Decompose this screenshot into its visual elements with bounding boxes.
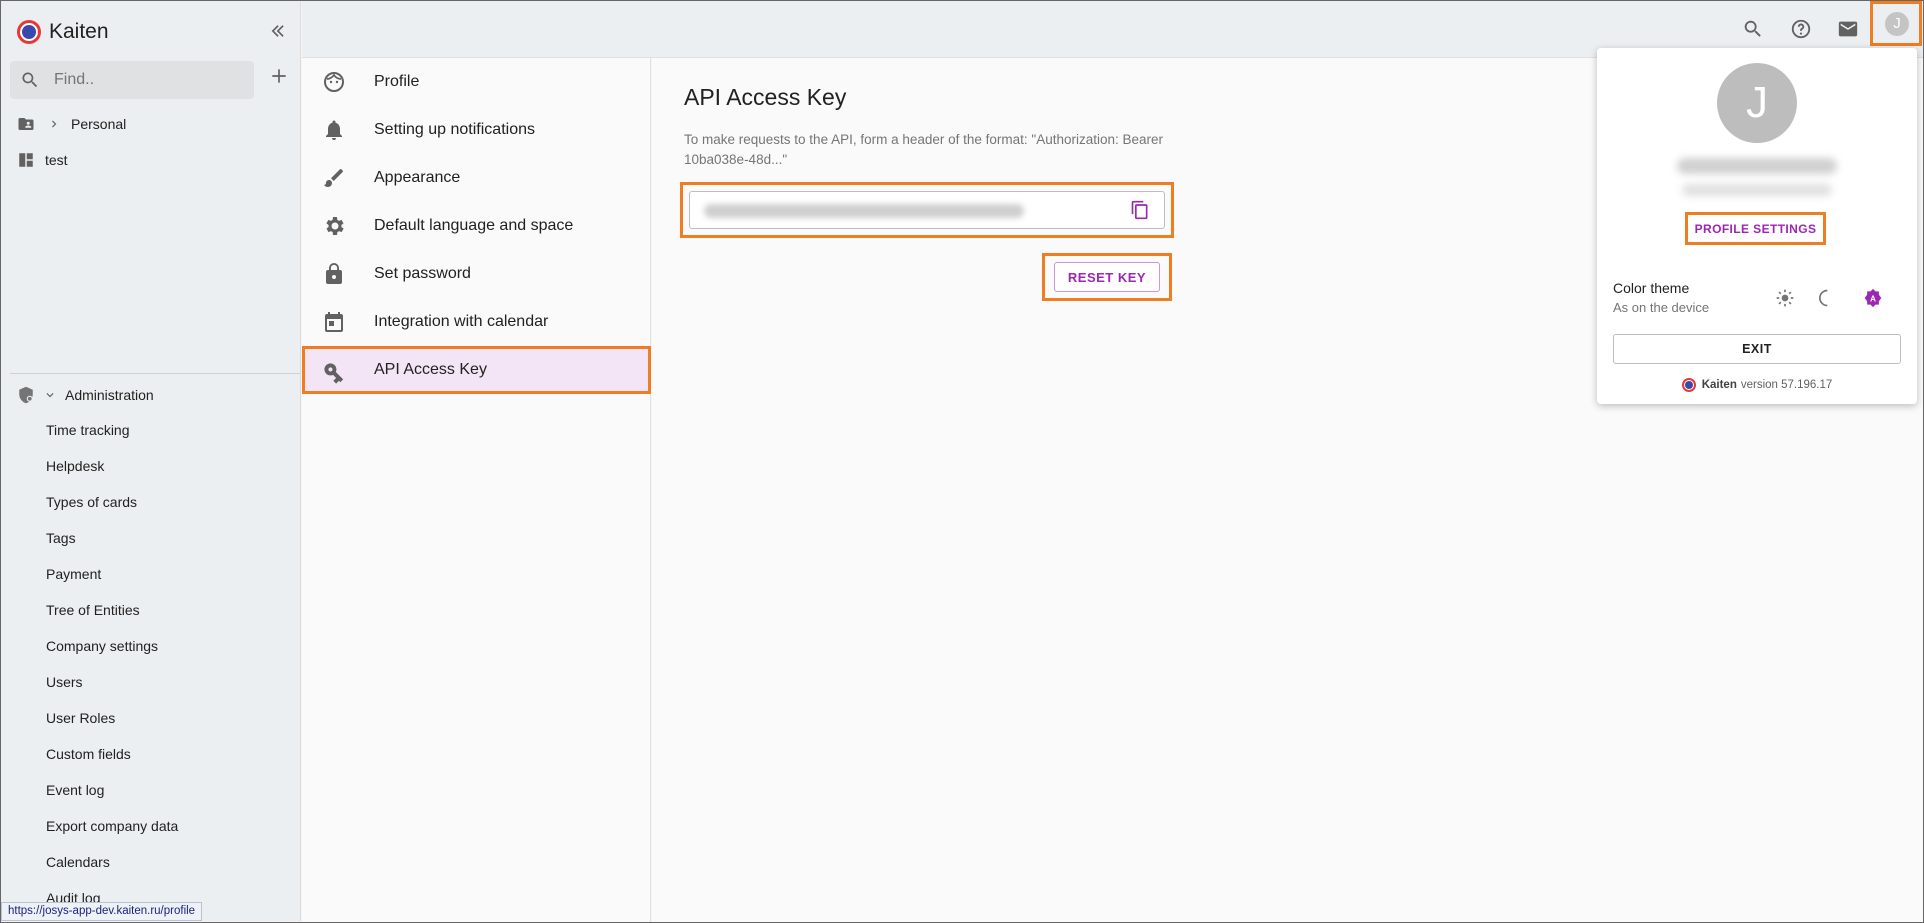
settings-nav-label: API Access Key bbox=[374, 361, 487, 378]
version-text: version 57.196.17 bbox=[1740, 379, 1833, 391]
bell-icon bbox=[326, 120, 342, 140]
search-icon bbox=[1744, 20, 1761, 37]
app-name: Kaiten bbox=[49, 20, 109, 43]
version-info: Kaiten version 57.196.17 bbox=[1597, 378, 1917, 392]
user-avatar-button[interactable]: J bbox=[1870, 1, 1922, 46]
top-search-button[interactable] bbox=[1742, 18, 1764, 45]
admin-item-tags[interactable]: Tags bbox=[46, 530, 76, 546]
profile-settings-button[interactable]: PROFILE SETTINGS bbox=[1688, 215, 1823, 242]
user-email-blurred bbox=[1682, 184, 1832, 196]
lock-icon bbox=[326, 263, 342, 284]
chevron-down-icon[interactable] bbox=[43, 388, 57, 402]
exit-button[interactable]: EXIT bbox=[1613, 334, 1901, 364]
sidebar-item-administration[interactable]: Administration bbox=[17, 386, 154, 404]
avatar: J bbox=[1885, 12, 1909, 36]
kaiten-logo-icon bbox=[1681, 378, 1696, 392]
auto-theme-button[interactable]: A bbox=[1863, 288, 1883, 313]
folder-shared-icon bbox=[18, 118, 34, 130]
admin-item-export-company-data[interactable]: Export company data bbox=[46, 818, 178, 834]
admin-item-payment[interactable]: Payment bbox=[46, 566, 101, 582]
sidebar-item-test[interactable]: test bbox=[17, 151, 68, 169]
api-key-field[interactable] bbox=[689, 191, 1165, 229]
moon-icon bbox=[1819, 289, 1828, 307]
settings-nav-api-key[interactable]: API Access Key bbox=[302, 346, 651, 394]
light-theme-button[interactable] bbox=[1775, 288, 1795, 313]
page-title: API Access Key bbox=[684, 84, 847, 110]
settings-nav-label: Profile bbox=[374, 73, 420, 90]
settings-nav-calendar[interactable]: Integration with calendar bbox=[302, 298, 651, 346]
calendar-icon bbox=[325, 312, 343, 332]
app-logo-row[interactable]: Kaiten bbox=[17, 17, 109, 47]
admin-item-tree-of-entities[interactable]: Tree of Entities bbox=[46, 602, 140, 618]
api-key-field-highlight bbox=[680, 182, 1174, 238]
collapse-sidebar-button[interactable] bbox=[269, 21, 289, 47]
admin-item-helpdesk[interactable]: Helpdesk bbox=[46, 458, 104, 474]
version-brand: Kaiten bbox=[1701, 379, 1737, 391]
settings-nav-notifications[interactable]: Setting up notifications bbox=[302, 106, 651, 154]
mail-icon bbox=[1838, 21, 1858, 37]
gear-icon bbox=[326, 217, 344, 235]
sidebar-divider bbox=[10, 373, 300, 374]
admin-item-time-tracking[interactable]: Time tracking bbox=[46, 422, 130, 438]
key-icon bbox=[324, 363, 344, 384]
sidebar-item-label: Personal bbox=[71, 116, 127, 132]
profile-settings-highlight: PROFILE SETTINGS bbox=[1685, 212, 1826, 245]
messages-button[interactable] bbox=[1837, 18, 1859, 45]
admin-item-user-roles[interactable]: User Roles bbox=[46, 710, 115, 726]
dark-theme-button[interactable] bbox=[1819, 288, 1839, 313]
help-button[interactable] bbox=[1790, 18, 1812, 45]
search-icon bbox=[22, 72, 38, 88]
reset-key-button[interactable]: RESET KEY bbox=[1054, 262, 1160, 292]
api-description: To make requests to the API, form a head… bbox=[684, 132, 1164, 167]
svg-text:A: A bbox=[1870, 293, 1876, 303]
admin-item-company-settings[interactable]: Company settings bbox=[46, 638, 158, 654]
settings-nav-label: Setting up notifications bbox=[374, 121, 535, 138]
help-circle-icon bbox=[1791, 19, 1811, 39]
settings-nav-label: Appearance bbox=[374, 169, 461, 186]
admin-shield-icon bbox=[19, 386, 33, 404]
api-key-value-blurred bbox=[704, 204, 1024, 218]
settings-nav-language[interactable]: Default language and space bbox=[302, 202, 651, 250]
avatar: J bbox=[1717, 63, 1797, 143]
admin-item-custom-fields[interactable]: Custom fields bbox=[46, 746, 131, 762]
settings-nav-label: Integration with calendar bbox=[374, 313, 549, 330]
search-box[interactable] bbox=[10, 61, 254, 99]
reset-key-highlight: RESET KEY bbox=[1042, 253, 1172, 301]
search-input[interactable] bbox=[52, 70, 232, 90]
sun-icon bbox=[1776, 289, 1794, 307]
face-icon bbox=[324, 72, 344, 92]
kaiten-logo-icon bbox=[17, 20, 41, 44]
chevron-right-icon[interactable] bbox=[47, 117, 61, 131]
admin-item-types-of-cards[interactable]: Types of cards bbox=[46, 494, 137, 510]
sidebar: Kaiten Personal test Administration Time… bbox=[1, 1, 301, 921]
admin-item-calendars[interactable]: Calendars bbox=[46, 854, 110, 870]
copy-icon bbox=[1131, 200, 1148, 220]
settings-nav-appearance[interactable]: Appearance bbox=[302, 154, 651, 202]
user-menu-popup: J PROFILE SETTINGS Color theme As on the… bbox=[1597, 48, 1917, 404]
color-theme-value: As on the device bbox=[1613, 300, 1710, 315]
settings-nav: Profile Setting up notifications Appeara… bbox=[302, 58, 651, 922]
admin-item-users[interactable]: Users bbox=[46, 674, 83, 690]
settings-nav-label: Set password bbox=[374, 265, 471, 282]
brush-icon bbox=[324, 169, 343, 187]
sidebar-item-label: Administration bbox=[65, 387, 154, 403]
sidebar-item-label: test bbox=[45, 152, 68, 168]
auto-theme-icon: A bbox=[1864, 288, 1882, 308]
sidebar-item-personal[interactable]: Personal bbox=[17, 115, 126, 133]
admin-item-event-log[interactable]: Event log bbox=[46, 782, 104, 798]
settings-nav-profile[interactable]: Profile bbox=[302, 58, 651, 106]
color-theme-label: Color theme bbox=[1613, 280, 1690, 296]
double-chevron-left-icon bbox=[271, 25, 284, 37]
settings-nav-password[interactable]: Set password bbox=[302, 250, 651, 298]
user-name-blurred bbox=[1677, 158, 1837, 174]
copy-key-button[interactable] bbox=[1130, 200, 1150, 225]
plus-icon bbox=[272, 69, 286, 83]
status-url-bar: https://josys-app-dev.kaiten.ru/profile bbox=[1, 902, 203, 921]
add-button[interactable] bbox=[269, 65, 289, 89]
board-icon bbox=[19, 153, 33, 167]
settings-nav-label: Default language and space bbox=[374, 217, 574, 234]
